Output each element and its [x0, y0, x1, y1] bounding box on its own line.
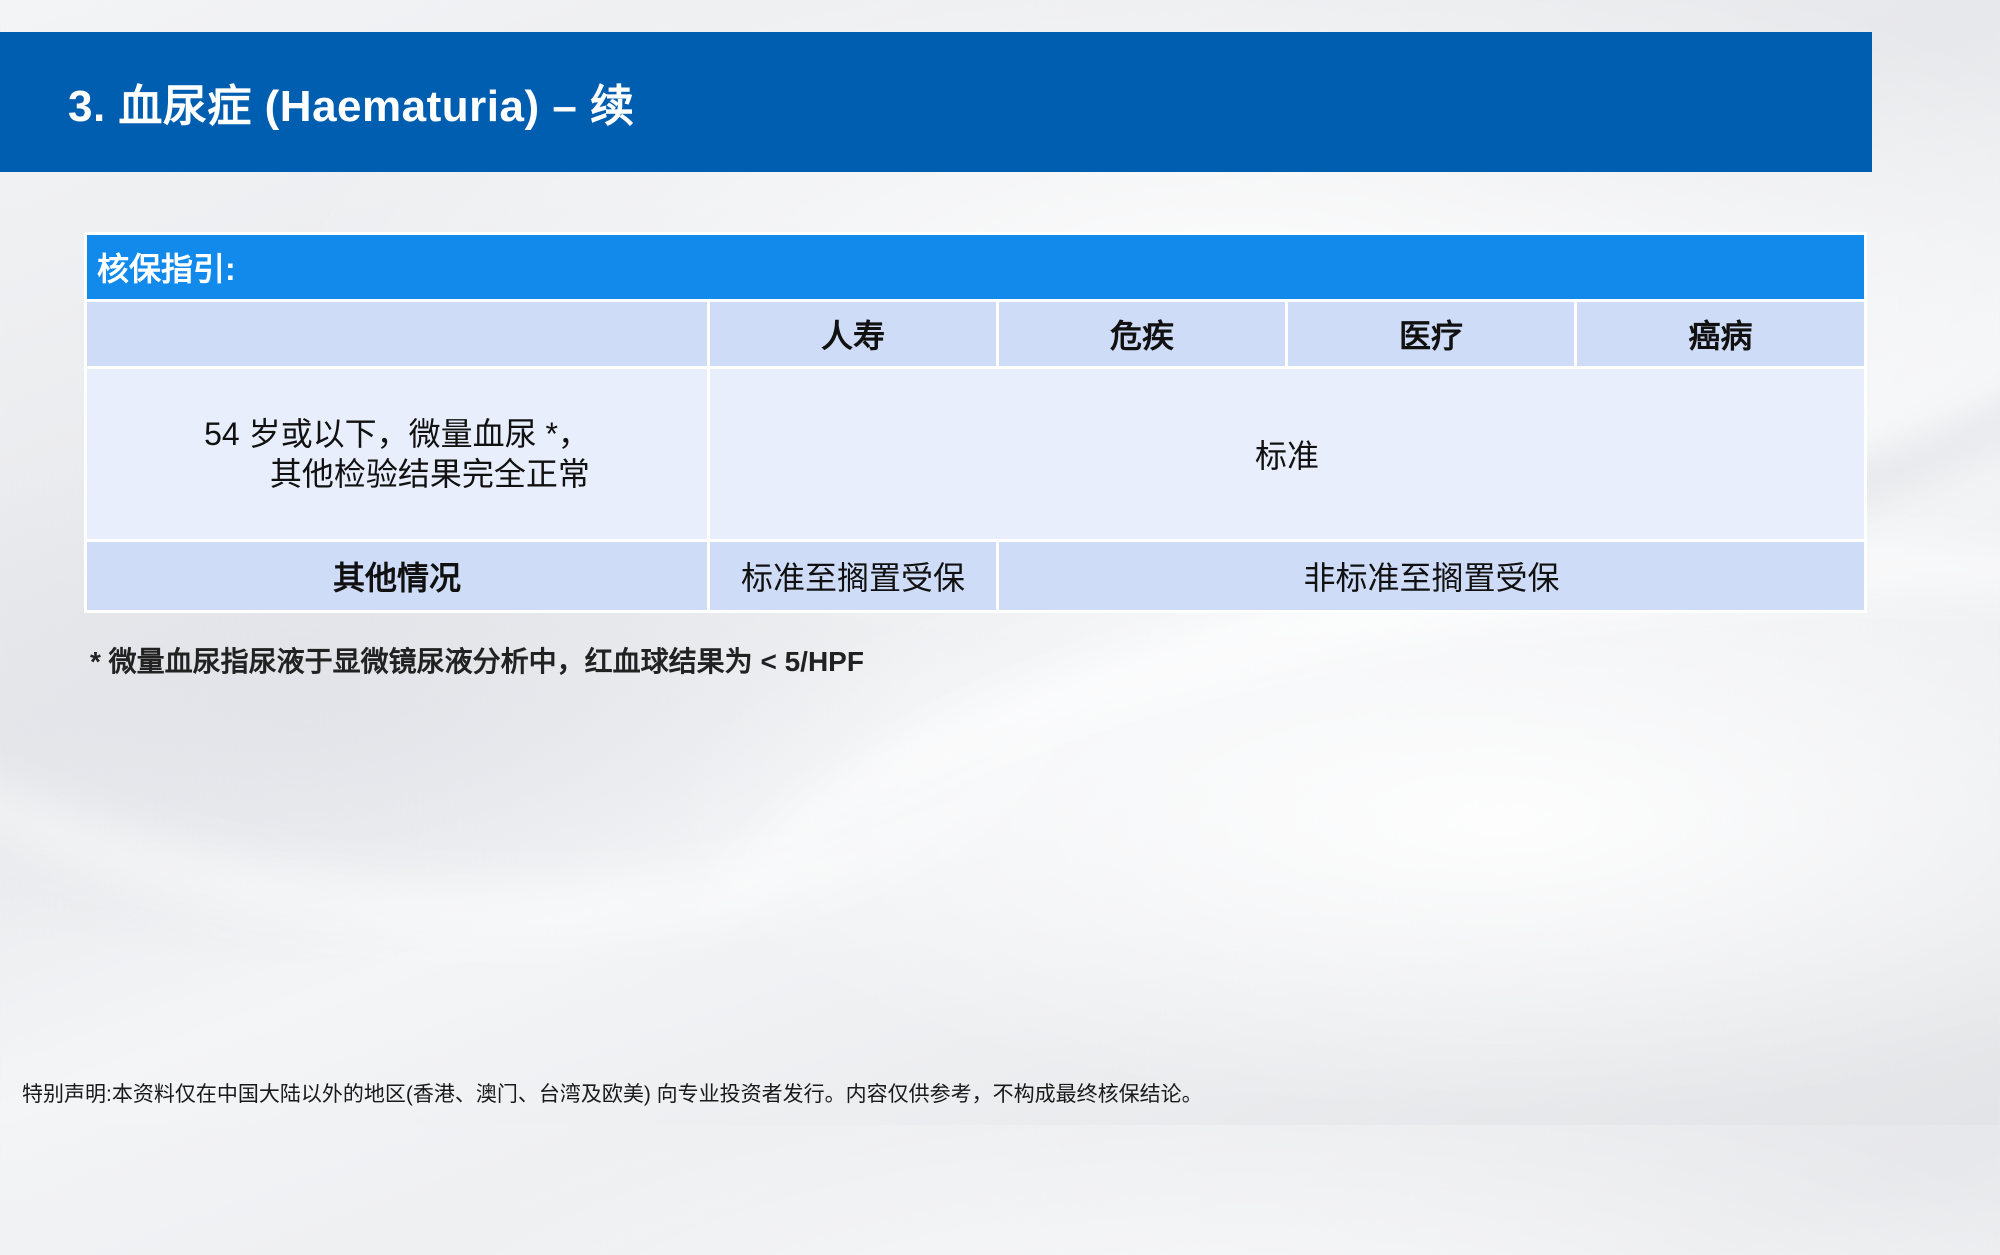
row-result-life: 标准至搁置受保 [707, 539, 999, 613]
footnote: * 微量血尿指尿液于显微镜尿液分析中，红血球结果为 < 5/HPF [90, 646, 864, 677]
column-header-cancer: 癌病 [1573, 299, 1868, 369]
header-bar: 3. 血尿症 (Haematuria) – 续 [0, 32, 1872, 172]
table-header-row: 人寿 危疾 医疗 癌病 [84, 299, 1868, 369]
disclaimer: 特别声明:本资料仅在中国大陆以外的地区(香港、澳门、台湾及欧美) 向专业投资者发… [22, 1083, 1203, 1106]
column-header-critical-illness: 危疾 [996, 299, 1288, 369]
row-condition-line: 其他检验结果完全正常 [269, 456, 590, 492]
page-title: 3. 血尿症 (Haematuria) – 续 [68, 82, 635, 131]
table-row: 其他情况 标准至搁置受保 非标准至搁置受保 [84, 539, 1868, 613]
row-condition-cell: 54 岁或以下，微量血尿 *， 其他检验结果完全正常 [84, 366, 710, 542]
row-condition: 其他情况 [84, 539, 710, 613]
underwriting-guide-table: 核保指引: 人寿 危疾 医疗 癌病 54 岁或以下，微量血尿 *， 其他检验结果… [83, 232, 1868, 613]
table-caption: 核保指引: [83, 232, 1868, 302]
table-row: 54 岁或以下，微量血尿 *， 其他检验结果完全正常 标准 [84, 366, 1868, 542]
row-result-all: 标准 [706, 366, 1868, 542]
column-header-life: 人寿 [707, 299, 999, 369]
row-result-others: 非标准至搁置受保 [995, 539, 1868, 613]
column-header-medical: 医疗 [1285, 299, 1577, 369]
row-condition-line: 54 岁或以下，微量血尿 *， [204, 416, 590, 452]
table-caption-row: 核保指引: [83, 232, 1868, 302]
column-header-blank [84, 299, 710, 369]
row-condition: 54 岁或以下，微量血尿 *， 其他检验结果完全正常 [204, 414, 590, 494]
